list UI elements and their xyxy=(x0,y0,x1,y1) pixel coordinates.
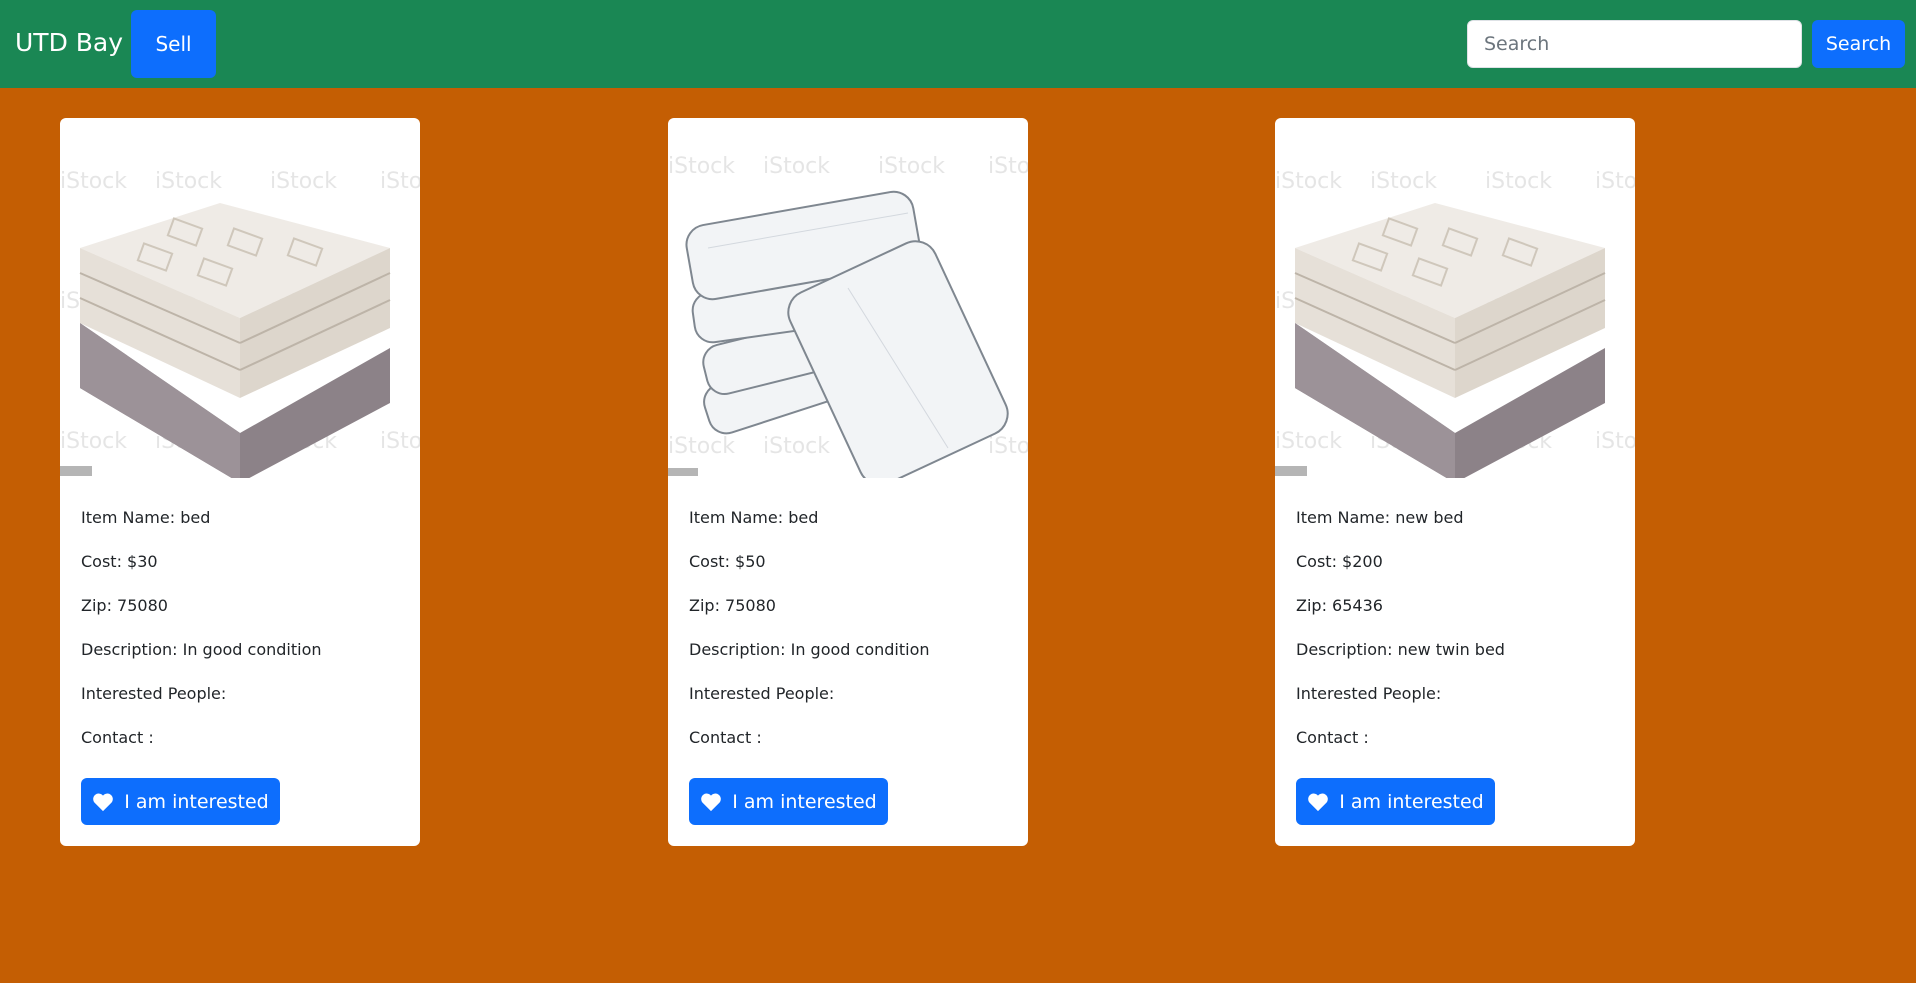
item-zip: Zip: 75080 xyxy=(81,596,168,615)
heart-icon xyxy=(93,793,114,811)
interested-button-label: I am interested xyxy=(1339,790,1484,813)
brand-title[interactable]: UTD Bay xyxy=(15,25,123,61)
sell-button[interactable]: Sell xyxy=(131,10,216,78)
svg-text:iStock: iStock xyxy=(763,154,830,179)
svg-text:iStock: iStock xyxy=(60,429,127,454)
svg-text:iStock: iStock xyxy=(1485,169,1552,194)
search-input[interactable] xyxy=(1467,20,1802,68)
interested-button[interactable]: I am interested xyxy=(81,778,280,825)
svg-text:iStock: iStock xyxy=(878,154,945,179)
listing-details: Item Name: new bed Cost: $200 Zip: 65436… xyxy=(1296,506,1616,770)
contact: Contact : xyxy=(689,728,762,747)
svg-text:iStock: iStock xyxy=(155,169,222,194)
item-name: Item Name: new bed xyxy=(1296,508,1464,527)
svg-text:iStock: iStock xyxy=(988,434,1028,459)
pile-of-mattresses-image: iStock iStock iStock iStock iStock iStock iS… xyxy=(668,148,1028,478)
interested-button[interactable]: I am interested xyxy=(1296,778,1495,825)
listing-card: iStockiStockiStockiStock iStockiStockiSt… xyxy=(60,118,420,846)
stacked-mattress-image: iStockiStockiStockiStock iStockiStockiSt… xyxy=(1275,148,1635,478)
contact: Contact : xyxy=(81,728,154,747)
svg-text:iStock: iStock xyxy=(988,154,1028,179)
item-zip: Zip: 75080 xyxy=(689,596,776,615)
listing-details: Item Name: bed Cost: $50 Zip: 75080 Desc… xyxy=(689,506,1009,770)
item-cost: Cost: $50 xyxy=(689,552,766,571)
listing-card: iStockiStockiStockiStock iStockiStockiSt… xyxy=(1275,118,1635,846)
svg-text:iStock: iStock xyxy=(1275,429,1342,454)
item-cost: Cost: $30 xyxy=(81,552,158,571)
interested-people: Interested People: xyxy=(689,684,835,703)
contact: Contact : xyxy=(1296,728,1369,747)
interested-button[interactable]: I am interested xyxy=(689,778,888,825)
svg-text:iStock: iStock xyxy=(270,169,337,194)
svg-text:iStock: iStock xyxy=(1595,429,1635,454)
svg-text:iStock: iStock xyxy=(1595,169,1635,194)
item-zip: Zip: 65436 xyxy=(1296,596,1383,615)
svg-text:iStock: iStock xyxy=(380,429,420,454)
svg-text:iStock: iStock xyxy=(60,169,127,194)
svg-text:iStock: iStock xyxy=(380,169,420,194)
listing-card: iStock iStock iStock iStock iStock iStock iS… xyxy=(668,118,1028,846)
heart-icon xyxy=(701,793,722,811)
svg-text:iStock: iStock xyxy=(668,434,735,459)
svg-text:iStock: iStock xyxy=(1370,169,1437,194)
item-description: Description: In good condition xyxy=(81,640,322,659)
svg-text:iStock: iStock xyxy=(668,154,735,179)
item-name: Item Name: bed xyxy=(81,508,211,527)
stacked-mattress-image: iStockiStockiStockiStock iStockiStockiSt… xyxy=(60,148,420,478)
top-navbar: UTD Bay Sell Search xyxy=(0,0,1916,88)
interested-people: Interested People: xyxy=(1296,684,1442,703)
listing-details: Item Name: bed Cost: $30 Zip: 75080 Desc… xyxy=(81,506,401,770)
item-description: Description: new twin bed xyxy=(1296,640,1505,659)
search-button[interactable]: Search xyxy=(1812,20,1905,68)
interested-people: Interested People: xyxy=(81,684,227,703)
svg-text:iStock: iStock xyxy=(763,434,830,459)
item-name: Item Name: bed xyxy=(689,508,819,527)
svg-text:iStock: iStock xyxy=(1275,169,1342,194)
item-cost: Cost: $200 xyxy=(1296,552,1383,571)
interested-button-label: I am interested xyxy=(732,790,877,813)
interested-button-label: I am interested xyxy=(124,790,269,813)
heart-icon xyxy=(1308,793,1329,811)
item-description: Description: In good condition xyxy=(689,640,930,659)
